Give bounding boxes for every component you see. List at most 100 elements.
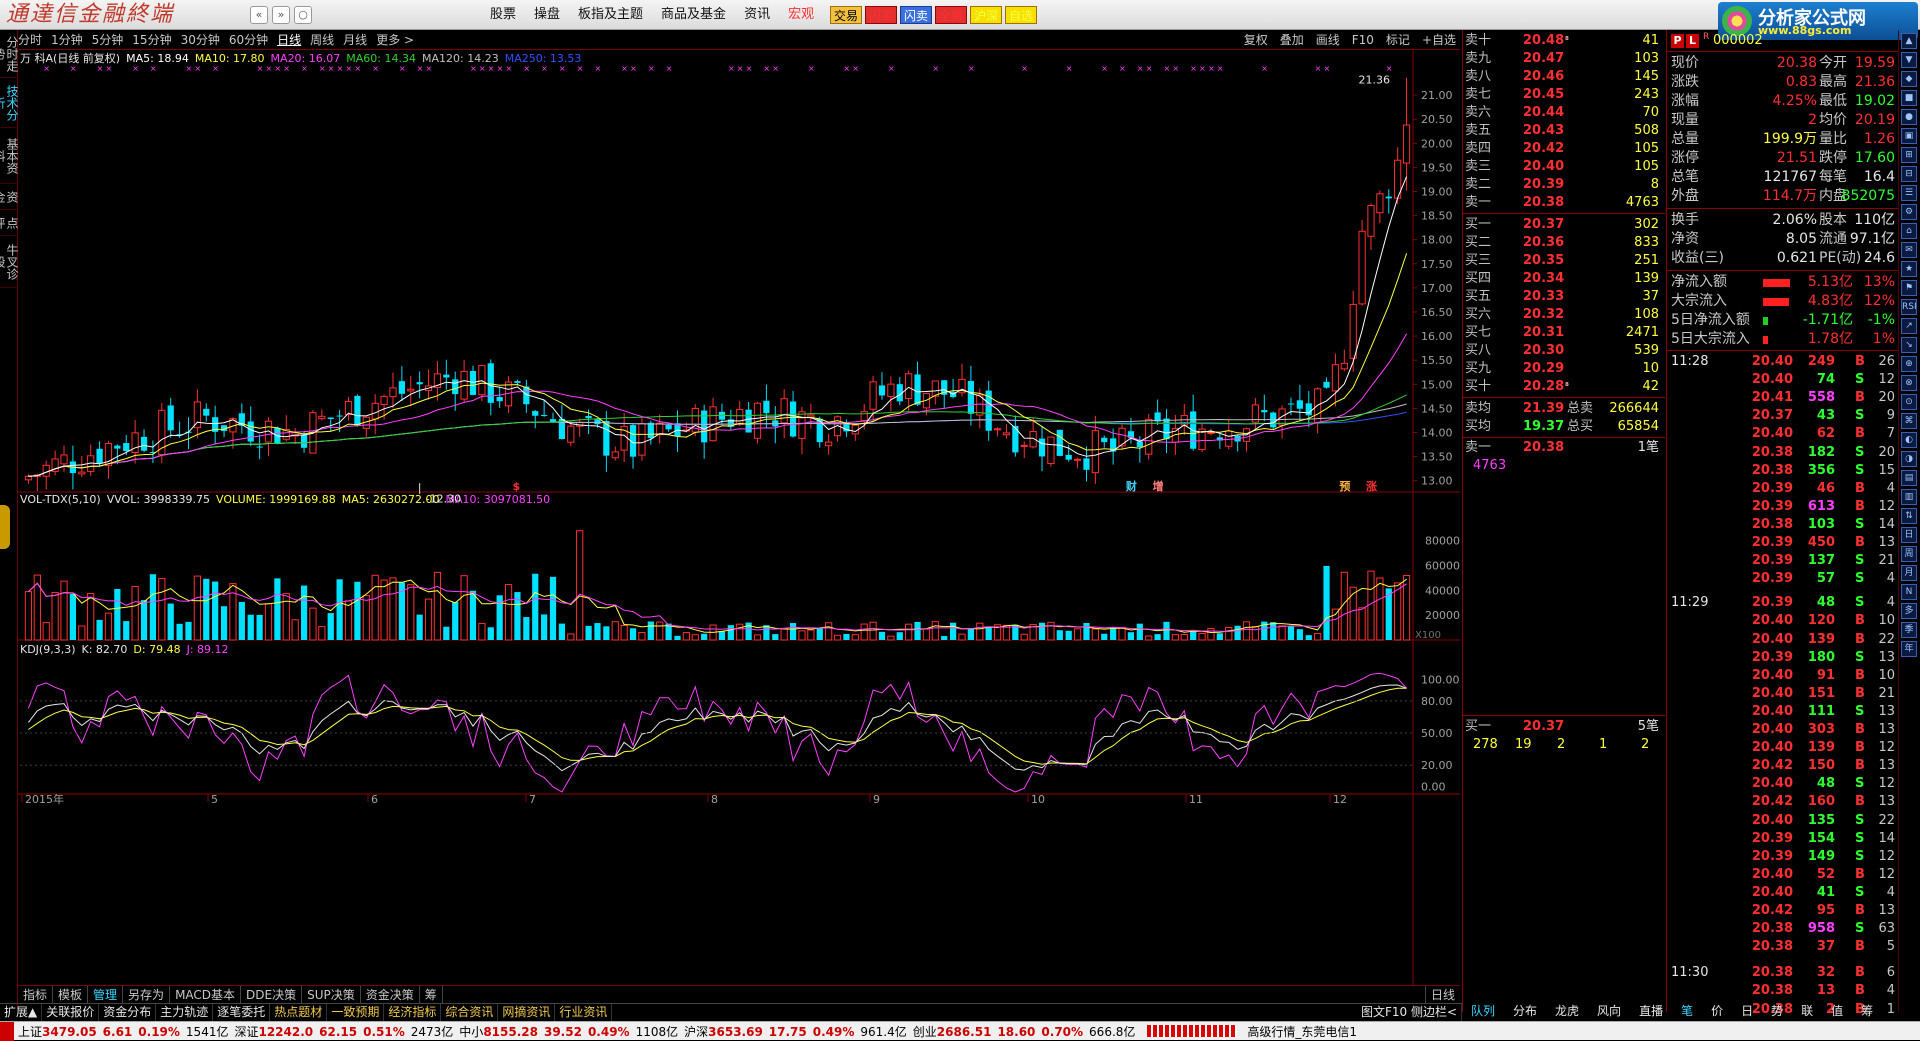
period-tab-3[interactable]: 15分钟	[132, 33, 171, 47]
kline-chart-area[interactable]: 万 科A(日线 前复权) MA5: 18.94 MA10: 17.80 MA20: 1…	[18, 50, 1460, 985]
indicator-tab-1[interactable]: 模板	[53, 986, 89, 1004]
right-tab-9[interactable]: 联	[1792, 1003, 1822, 1020]
indicator-tab-4[interactable]: MACD基本	[170, 986, 242, 1004]
side-tab-5[interactable]: 牛叉诊股	[0, 236, 19, 288]
right-tab-1[interactable]: 分布	[1504, 1003, 1546, 1020]
asks-row[interactable]: 卖九 20.47 103	[1463, 50, 1665, 68]
asks-row[interactable]: 卖六 20.44 70	[1463, 104, 1665, 122]
asks-row[interactable]: 卖七 20.45 243	[1463, 86, 1665, 104]
side-collapse-handle[interactable]	[0, 505, 10, 549]
extension-tab-9[interactable]: 网摘资讯	[498, 1004, 556, 1021]
bids-row[interactable]: 买七 20.31 2471	[1463, 324, 1665, 342]
extension-tab-8[interactable]: 综合资讯	[441, 1004, 499, 1021]
extension-tab-0[interactable]: 扩展▲	[0, 1004, 43, 1021]
index-quote[interactable]: 中小8155.28 39.52 0.49% 1108亿	[459, 1023, 678, 1040]
tool-icon[interactable]: 周	[1901, 546, 1917, 562]
tool-icon[interactable]: ●	[1901, 109, 1917, 125]
sidebar-toggle[interactable]: 图文F10 侧边栏<	[1357, 1004, 1462, 1021]
indicator-tab-7[interactable]: 资金决策	[361, 986, 420, 1004]
tool-icon[interactable]: 月	[1901, 565, 1917, 581]
server-status[interactable]: 高级行情_东莞电信1	[1247, 1023, 1357, 1040]
bids-row[interactable]: 买五 20.33 37	[1463, 288, 1665, 306]
bids-row[interactable]: 买二 20.36 833	[1463, 234, 1665, 252]
indicator-tab-0[interactable]: 指标	[18, 986, 54, 1004]
tool-icon[interactable]: ⌘	[1901, 413, 1917, 429]
right-tab-8[interactable]: 势	[1762, 1003, 1792, 1020]
period-indicator[interactable]: 日线	[1424, 986, 1460, 1004]
menu-item-5[interactable]: 宏观	[788, 0, 814, 30]
tool-button-1[interactable]: 叠加	[1280, 30, 1304, 50]
menu-item-1[interactable]: 操盘	[534, 0, 560, 30]
quick-button-3[interactable]: 全撤	[935, 6, 968, 24]
tool-icon[interactable]: 日	[1901, 527, 1917, 543]
right-tab-2[interactable]: 龙虎	[1546, 1003, 1588, 1020]
right-tab-4[interactable]: 直播	[1630, 1003, 1672, 1020]
quick-button-5[interactable]: 自选	[1005, 6, 1038, 24]
index-quote[interactable]: 上证3479.05 6.61 0.19% 1541亿	[18, 1023, 228, 1040]
tool-icon[interactable]: ⚑	[1901, 280, 1917, 296]
tool-icon[interactable]: ⊕	[1901, 356, 1917, 372]
asks-row[interactable]: 卖二 20.39 8	[1463, 176, 1665, 194]
indicator-tab-3[interactable]: 另存为	[123, 986, 171, 1004]
right-tab-6[interactable]: 价	[1702, 1003, 1732, 1020]
tool-icon[interactable]: ▲	[1901, 33, 1917, 49]
indicator-tab-2[interactable]: 管理	[88, 986, 124, 1004]
asks-row[interactable]: 卖一 20.38 4763	[1463, 194, 1665, 212]
asks-row[interactable]: 卖十 20.48 ⁸ 41	[1463, 32, 1665, 50]
tool-icon[interactable]: ⊞	[1901, 147, 1917, 163]
period-tab-2[interactable]: 5分钟	[92, 33, 124, 47]
asks-row[interactable]: 卖三 20.40 105	[1463, 158, 1665, 176]
bids-row[interactable]: 买六 20.32 108	[1463, 306, 1665, 324]
quick-button-0[interactable]: 交易	[830, 6, 863, 24]
extension-tab-2[interactable]: 资金分布	[99, 1004, 157, 1021]
bids-row[interactable]: 买三 20.35 251	[1463, 252, 1665, 270]
tool-icon[interactable]: 多	[1901, 603, 1917, 619]
tool-icon[interactable]: ⊗	[1901, 375, 1917, 391]
tool-icon[interactable]: 年	[1901, 641, 1917, 657]
extension-tab-4[interactable]: 逐笔委托	[213, 1004, 271, 1021]
asks-row[interactable]: 卖八 20.46 145	[1463, 68, 1665, 86]
tool-icon[interactable]: ⊙	[1901, 394, 1917, 410]
tool-button-2[interactable]: 画线	[1316, 30, 1340, 50]
menu-item-0[interactable]: 股票	[490, 0, 516, 30]
period-tab-1[interactable]: 1分钟	[51, 33, 83, 47]
tool-button-5[interactable]: +自选	[1422, 30, 1456, 50]
indicator-tab-6[interactable]: SUP决策	[302, 986, 361, 1004]
right-tab-5[interactable]: 笔	[1672, 1003, 1702, 1020]
bids-row[interactable]: 买九 20.29 10	[1463, 360, 1665, 378]
tool-button-3[interactable]: F10	[1352, 30, 1374, 50]
indicator-tab-8[interactable]: 筹	[420, 986, 443, 1004]
tool-icon[interactable]: ◑	[1901, 451, 1917, 467]
side-tab-4[interactable]: 点评	[0, 210, 19, 236]
quick-button-2[interactable]: 闪卖	[900, 6, 933, 24]
tool-icon[interactable]: ⊟	[1901, 166, 1917, 182]
index-quote[interactable]: 创业2686.51 18.60 0.70% 666.8亿	[913, 1023, 1136, 1040]
tool-icon[interactable]: ◆	[1901, 71, 1917, 87]
index-quote[interactable]: 深证12242.0 62.15 0.51% 2473亿	[234, 1023, 453, 1040]
tool-icon[interactable]: ↘	[1901, 337, 1917, 353]
right-tab-10[interactable]: 值	[1822, 1003, 1852, 1020]
bids-row[interactable]: 买十 20.28 ⁸ 42	[1463, 378, 1665, 396]
asks-row[interactable]: 卖四 20.42 105	[1463, 140, 1665, 158]
tool-icon[interactable]: ⚙	[1901, 204, 1917, 220]
extension-tab-5[interactable]: 热点题材	[270, 1004, 328, 1021]
asks-row[interactable]: 卖五 20.43 508	[1463, 122, 1665, 140]
extension-tab-6[interactable]: 一致预期	[327, 1004, 385, 1021]
right-tab-11[interactable]: 筹	[1852, 1003, 1882, 1020]
tool-icon[interactable]: ☰	[1901, 185, 1917, 201]
tool-button-0[interactable]: 复权	[1244, 30, 1268, 50]
extension-tab-7[interactable]: 经济指标	[384, 1004, 442, 1021]
period-tab-8[interactable]: 月线	[343, 33, 367, 47]
right-tab-7[interactable]: 日	[1732, 1003, 1762, 1020]
tool-icon[interactable]: RSI	[1901, 299, 1917, 315]
tool-icon[interactable]: ⇅	[1901, 508, 1917, 524]
tool-icon[interactable]: ↗	[1901, 318, 1917, 334]
indicator-tab-5[interactable]: DDE决策	[241, 986, 303, 1004]
index-quote[interactable]: 沪深3653.69 17.75 0.49% 961.4亿	[684, 1023, 907, 1040]
tool-icon[interactable]: ■	[1901, 90, 1917, 106]
bids-row[interactable]: 买四 20.34 139	[1463, 270, 1665, 288]
period-tab-7[interactable]: 周线	[310, 33, 334, 47]
right-tab-3[interactable]: 风向	[1588, 1003, 1630, 1020]
period-tab-4[interactable]: 30分钟	[181, 33, 220, 47]
side-tab-3[interactable]: 资金	[0, 184, 19, 210]
